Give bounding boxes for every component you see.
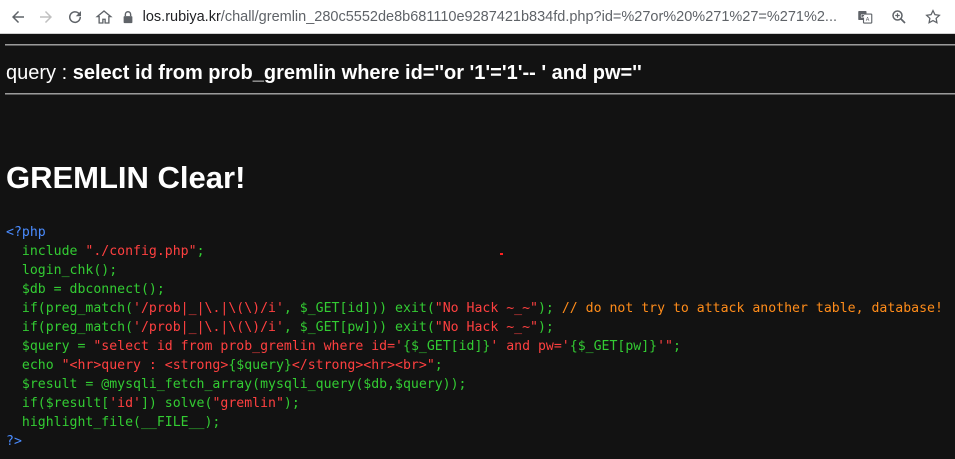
code-token: {$query}: [228, 358, 292, 373]
code-token: if(preg_match(: [6, 320, 134, 335]
back-arrow-icon[interactable]: [7, 5, 29, 29]
top-divider: [5, 44, 955, 46]
code-token: ;: [196, 244, 205, 259]
code-token: if($result[: [6, 396, 110, 411]
code-line: login_chk();: [6, 263, 118, 278]
address-bar[interactable]: los.rubiya.kr/chall/gremlin_280c5552de8b…: [120, 2, 838, 31]
code-line: ?>: [6, 434, 22, 449]
code-token: "select id from prob_gremlin where id=': [93, 339, 403, 354]
page-content: query : select id from prob_gremlin wher…: [0, 34, 955, 459]
code-token: ;: [672, 339, 681, 354]
code-token: '": [657, 339, 673, 354]
forward-arrow-icon[interactable]: [36, 5, 58, 29]
code-token: , $_GET[id])) exit(: [283, 301, 435, 316]
code-token: echo: [6, 358, 62, 373]
code-token: "./config.php": [85, 244, 197, 259]
query-label: query :: [6, 62, 73, 84]
code-token: include: [6, 244, 86, 259]
code-token: ]) solve(: [140, 396, 213, 411]
svg-text:G: G: [861, 13, 865, 19]
svg-text:A: A: [866, 16, 870, 22]
code-comment: // do not try to attack another table, d…: [561, 301, 943, 316]
url-path: /chall/gremlin_280c5552de8b681110e928742…: [220, 8, 838, 25]
translate-icon[interactable]: GA: [853, 5, 877, 29]
code-token: );: [537, 320, 554, 335]
code-token: "No Hack ~_~": [434, 320, 538, 335]
code-token: "<hr>query : <strong>: [61, 358, 229, 373]
reload-icon[interactable]: [64, 5, 86, 29]
code-token: {$_GET[pw]}: [569, 339, 658, 354]
zoom-icon[interactable]: [887, 5, 911, 29]
query-text: select id from prob_gremlin where id=''o…: [72, 62, 642, 84]
code-token: 'id': [109, 396, 141, 411]
query-line: query : select id from prob_gremlin wher…: [6, 62, 642, 85]
code-token: '/prob|_|\.|\(\)/i': [133, 301, 284, 316]
url-host: los.rubiya.kr: [142, 8, 221, 25]
code-token: ' and pw=': [490, 339, 570, 354]
bookmark-star-icon[interactable]: [921, 5, 945, 29]
code-line: <?php: [6, 225, 46, 240]
home-icon[interactable]: [93, 5, 115, 29]
browser-toolbar: los.rubiya.kr/chall/gremlin_280c5552de8b…: [0, 0, 955, 34]
code-token: ;: [434, 358, 443, 373]
source-code: <?php include "./config.php"; login_chk(…: [6, 223, 943, 451]
code-token: "No Hack ~_~": [434, 301, 538, 316]
code-token: '/prob|_|\.|\(\)/i': [133, 320, 284, 335]
code-token: if(preg_match(: [6, 301, 134, 316]
lock-icon[interactable]: [121, 9, 137, 25]
bottom-divider: [5, 93, 955, 95]
code-line: highlight_file(__FILE__);: [6, 415, 221, 430]
code-token: "gremlin": [212, 396, 284, 411]
code-token: );: [283, 396, 300, 411]
code-token: $query =: [6, 339, 94, 354]
code-token: </strong><hr><br>": [291, 358, 435, 373]
code-line: $result = @mysqli_fetch_array(mysqli_que…: [6, 377, 467, 392]
code-token: {$_GET[id]}: [403, 339, 491, 354]
code-line: $db = dbconnect();: [6, 282, 165, 297]
code-token: , $_GET[pw])) exit(: [283, 320, 435, 335]
code-token: );: [537, 301, 562, 316]
url-text: los.rubiya.kr/chall/gremlin_280c5552de8b…: [143, 9, 837, 25]
clear-heading: GREMLIN Clear!: [6, 160, 246, 195]
